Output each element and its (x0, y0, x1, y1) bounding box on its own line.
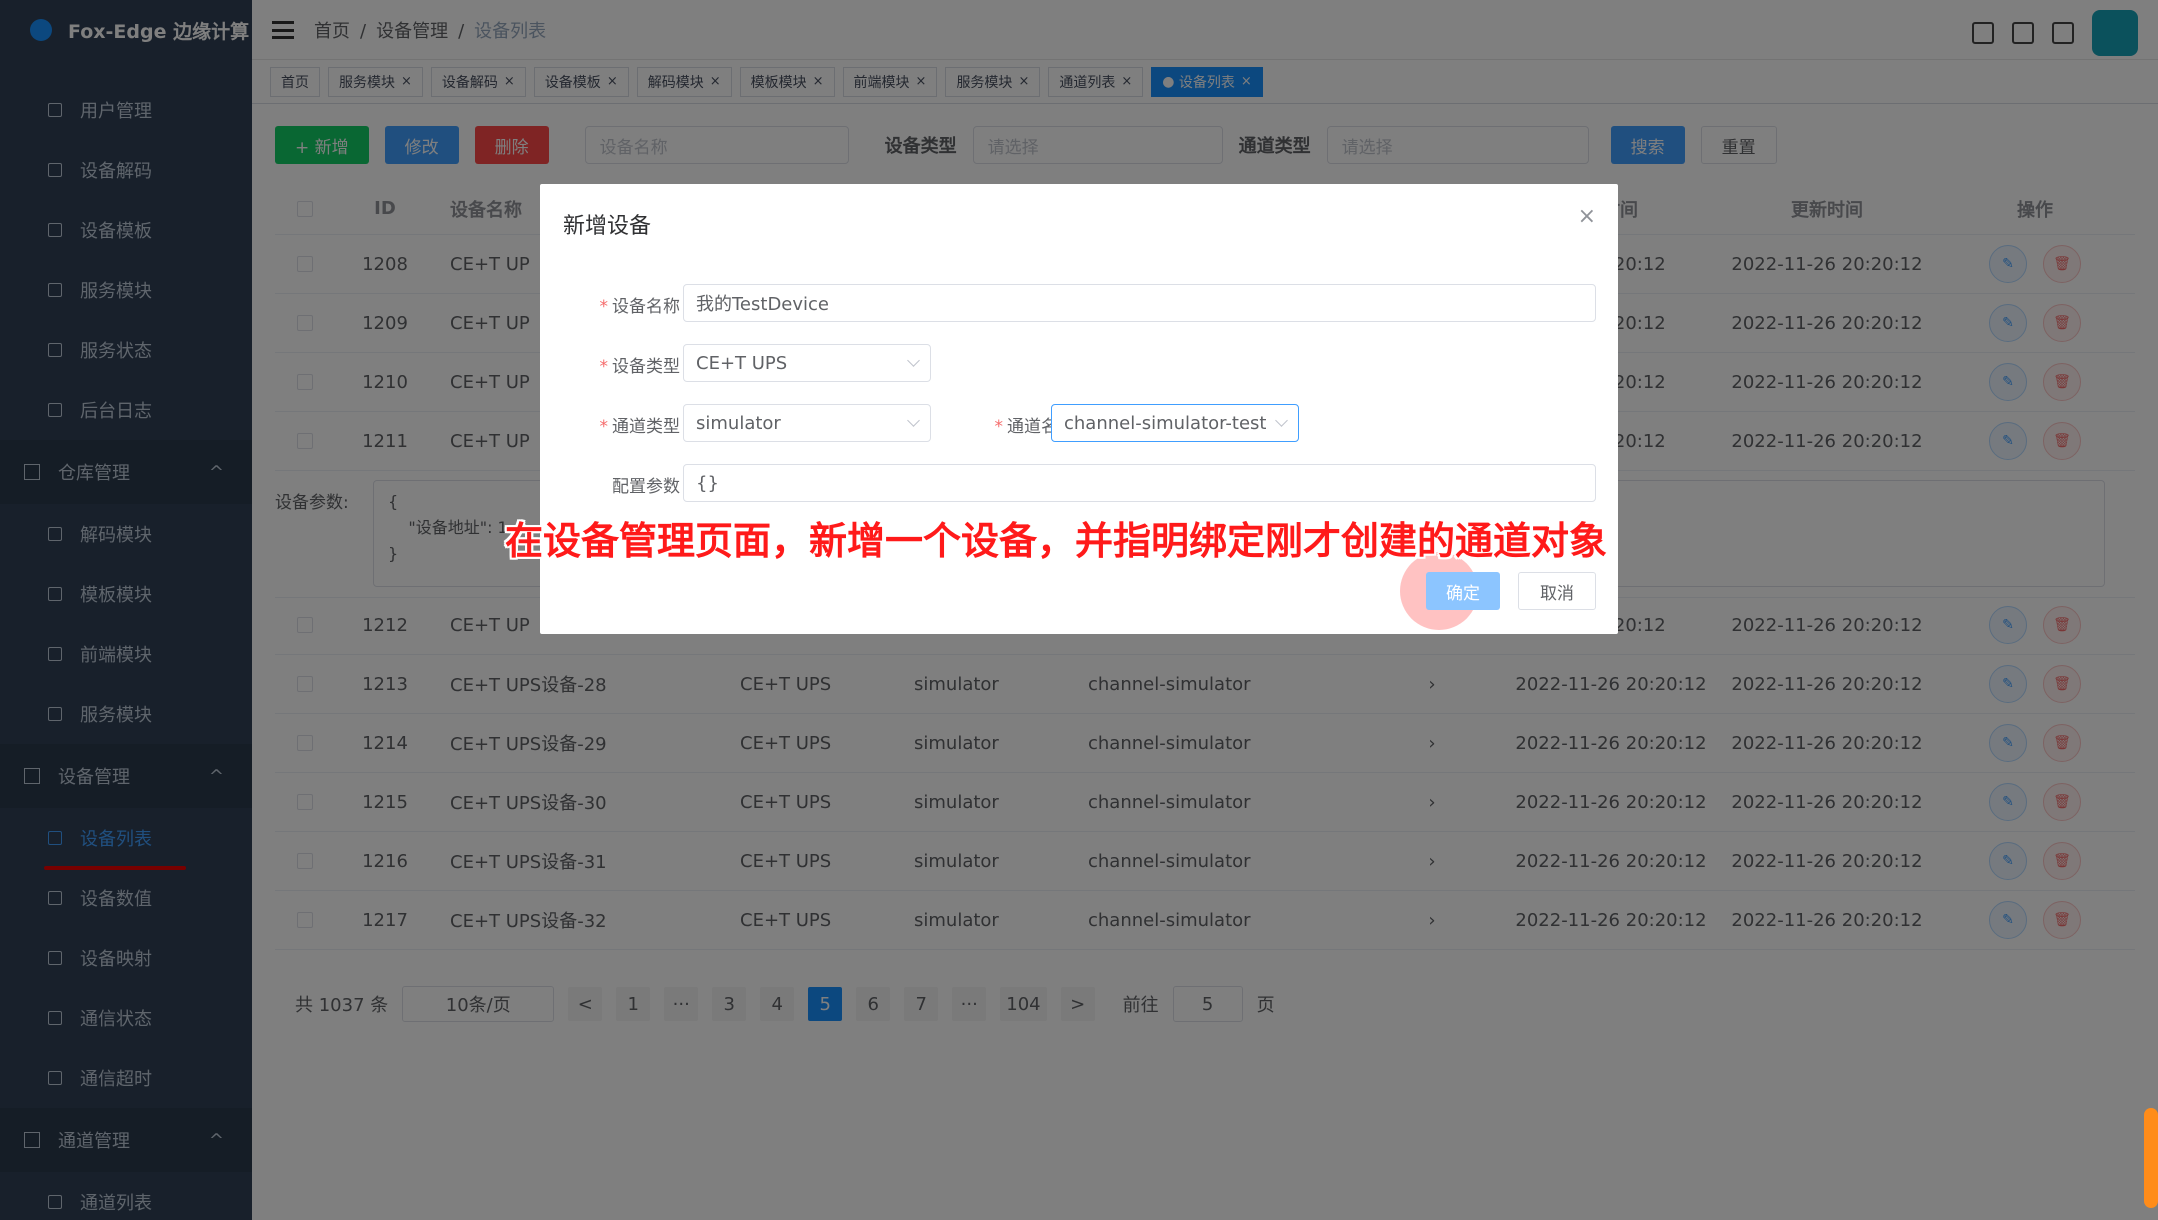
config-textarea[interactable]: {} (683, 464, 1596, 502)
chevron-down-icon (907, 354, 920, 367)
device-type-value: CE+T UPS (696, 352, 788, 374)
device-name-label: * 设备名称 (599, 297, 681, 317)
channel-type-label: * 通道类型 (599, 417, 681, 437)
page-scrollbar[interactable] (2144, 1108, 2158, 1208)
confirm-button[interactable]: 确定 (1426, 572, 1500, 610)
device-type-label: * 设备类型 (599, 357, 681, 377)
device-type-select[interactable]: CE+T UPS (683, 344, 931, 382)
device-name-field[interactable]: 我的TestDevice (683, 284, 1596, 322)
channel-name-select[interactable]: channel-simulator-test (1051, 404, 1299, 442)
chevron-down-icon (907, 414, 920, 427)
chevron-down-icon (1275, 414, 1288, 427)
cancel-button[interactable]: 取消 (1518, 572, 1596, 610)
dialog-title: 新增设备 (563, 214, 652, 239)
channel-type-value: simulator (696, 412, 781, 434)
config-label: 配置参数 (612, 477, 680, 497)
add-device-dialog: 新增设备 × * 设备名称 我的TestDevice * 设备类型 CE+T UPS… (540, 184, 1618, 634)
channel-name-value: channel-simulator-test (1064, 412, 1267, 434)
tutorial-caption: 在设备管理页面，新增一个设备，并指明绑定刚才创建的通道对象 (505, 518, 1608, 563)
close-icon[interactable]: × (1578, 204, 1596, 229)
channel-type-select[interactable]: simulator (683, 404, 931, 442)
